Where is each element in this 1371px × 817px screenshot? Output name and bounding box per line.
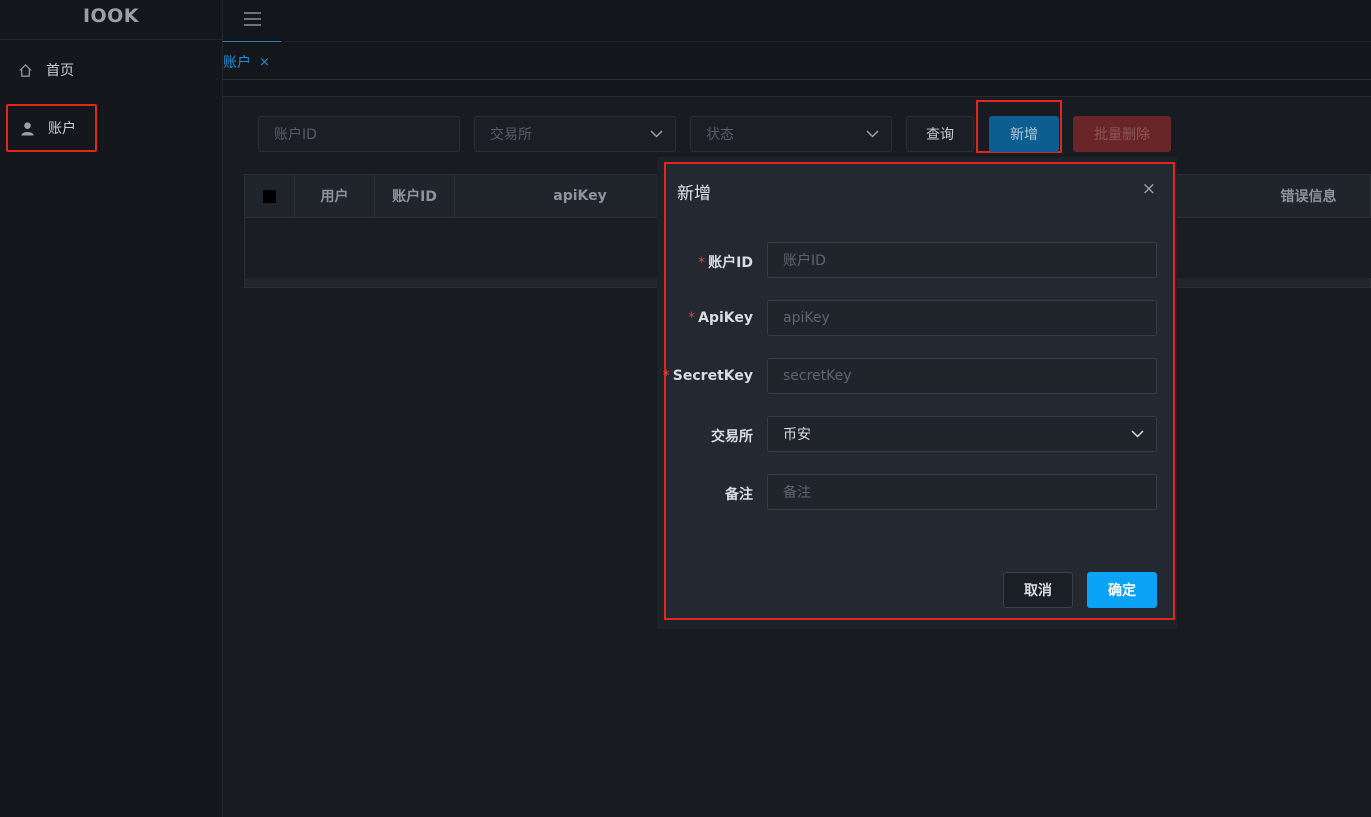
placeholder: 状态: [706, 127, 734, 143]
remark-field[interactable]: 备注: [767, 474, 1157, 510]
secretkey-field[interactable]: secretKey: [767, 358, 1157, 394]
required-mark: *: [662, 368, 670, 384]
required-mark: *: [698, 255, 706, 271]
label-text: 账户ID: [708, 255, 753, 271]
sidebar-item-label: 首页: [46, 63, 74, 79]
cancel-button[interactable]: 取消: [1003, 572, 1073, 608]
select-all-checkbox[interactable]: [245, 175, 295, 217]
account-id-filter-input[interactable]: 账户ID: [258, 116, 460, 152]
close-icon[interactable]: ×: [1142, 179, 1156, 199]
column-header-account-id[interactable]: 账户ID: [375, 175, 455, 217]
label-text: SecretKey: [672, 368, 753, 384]
placeholder: 账户ID: [783, 253, 826, 269]
sidebar-item-home[interactable]: 首页: [6, 46, 97, 94]
apikey-field[interactable]: apiKey: [767, 300, 1157, 336]
status-filter-select[interactable]: 状态: [690, 116, 892, 152]
chevron-down-icon: [1131, 427, 1144, 444]
label-text: ApiKey: [698, 310, 753, 326]
exchange-label: 交易所: [711, 429, 753, 445]
secretkey-label: * SecretKey: [663, 368, 753, 384]
query-button[interactable]: 查询: [906, 116, 974, 152]
account-id-label: * 账户ID: [698, 252, 753, 272]
exchange-select[interactable]: 币安: [767, 416, 1157, 452]
column-header-error[interactable]: 错误信息: [1245, 175, 1371, 217]
exchange-filter-select[interactable]: 交易所: [474, 116, 676, 152]
chevron-down-icon: [866, 127, 879, 144]
add-button[interactable]: 新增: [989, 116, 1059, 152]
placeholder: secretKey: [783, 368, 852, 384]
placeholder: 交易所: [490, 127, 532, 143]
tabs-divider: [223, 79, 1371, 80]
header-divider: [281, 41, 1371, 42]
tab-account[interactable]: 账户 ×: [223, 52, 270, 72]
home-icon: [17, 62, 33, 78]
sidebar-item-label: 账户: [48, 121, 76, 137]
confirm-button[interactable]: 确定: [1087, 572, 1157, 608]
menu-toggle-button[interactable]: [223, 0, 281, 42]
batch-delete-button[interactable]: 批量删除: [1073, 116, 1171, 152]
menu-icon: [243, 11, 261, 30]
apikey-label: * ApiKey: [688, 310, 753, 326]
remark-label: 备注: [725, 487, 753, 503]
close-icon[interactable]: ×: [259, 55, 270, 70]
placeholder: 账户ID: [274, 127, 317, 143]
app-logo: IOOK: [0, 0, 222, 40]
placeholder: apiKey: [783, 310, 830, 326]
sidebar-item-account[interactable]: 账户: [6, 104, 97, 152]
chevron-down-icon: [650, 127, 663, 144]
column-header-user[interactable]: 用户: [295, 175, 375, 217]
selected-value: 币安: [783, 427, 811, 443]
user-icon: [19, 120, 35, 136]
dialog-title: 新增: [677, 184, 711, 204]
placeholder: 备注: [783, 485, 811, 501]
add-account-dialog: 新增 × * 账户ID 账户ID * ApiKey apiKey * SecretKe…: [663, 162, 1175, 620]
account-id-field[interactable]: 账户ID: [767, 242, 1157, 278]
tab-label: 账户: [223, 55, 251, 71]
required-mark: *: [688, 310, 696, 326]
checkbox-icon: [263, 189, 276, 203]
